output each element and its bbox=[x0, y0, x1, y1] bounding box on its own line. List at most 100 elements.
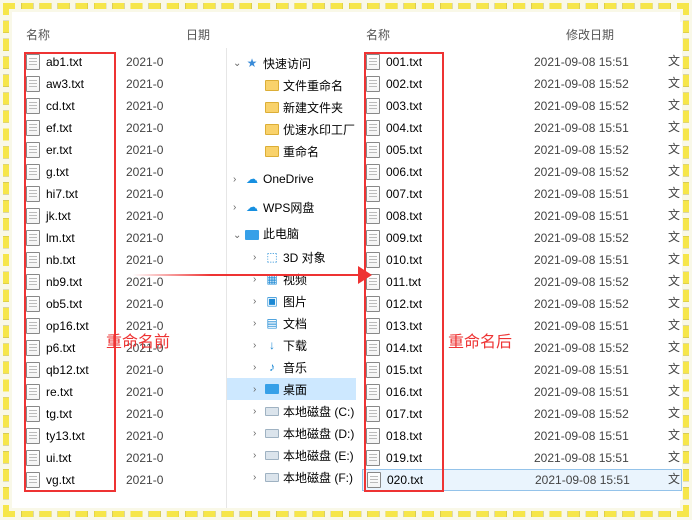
left-file-row[interactable]: lm.txt2021-0 bbox=[22, 227, 222, 249]
left-file-row[interactable]: op16.txt2021-0 bbox=[22, 315, 222, 337]
tree-item-pictures[interactable]: ›▣图片 bbox=[227, 290, 356, 312]
left-file-row[interactable]: jk.txt2021-0 bbox=[22, 205, 222, 227]
left-file-row[interactable]: nb9.txt2021-0 bbox=[22, 271, 222, 293]
file-date: 2021-09-08 15:51 bbox=[534, 253, 629, 267]
file-date: 2021-0 bbox=[126, 253, 163, 267]
tree-item-drive-f[interactable]: ›本地磁盘 (F:) bbox=[227, 466, 356, 488]
right-file-row[interactable]: 019.txt2021-09-08 15:51 bbox=[362, 447, 682, 469]
right-file-row[interactable]: 015.txt2021-09-08 15:51 bbox=[362, 359, 682, 381]
right-file-row[interactable]: 009.txt2021-09-08 15:52 bbox=[362, 227, 682, 249]
tree-label: 本地磁盘 (D:) bbox=[283, 425, 354, 442]
left-file-row[interactable]: hi7.txt2021-0 bbox=[22, 183, 222, 205]
file-name: 008.txt bbox=[386, 209, 456, 223]
tree-label: 桌面 bbox=[283, 381, 307, 398]
left-file-row[interactable]: ab1.txt2021-0 bbox=[22, 51, 222, 73]
chevron-icon: › bbox=[253, 274, 261, 285]
before-panel: 名称 日期 ab1.txt2021-0aw3.txt2021-0cd.txt20… bbox=[22, 22, 222, 500]
clipped-type-col: 文文文文文文文文文文文文文文文文文文文文 bbox=[668, 50, 680, 490]
tree-item-downloads[interactable]: ›↓下载 bbox=[227, 334, 356, 356]
tree-item-folder-new[interactable]: 新建文件夹 bbox=[227, 96, 356, 118]
left-file-row[interactable]: cd.txt2021-0 bbox=[22, 95, 222, 117]
right-file-row[interactable]: 005.txt2021-09-08 15:52 bbox=[362, 139, 682, 161]
file-date: 2021-09-08 15:51 bbox=[534, 209, 629, 223]
file-icon bbox=[366, 208, 380, 224]
tree-item-drive-d[interactable]: ›本地磁盘 (D:) bbox=[227, 422, 356, 444]
clipped-char: 文 bbox=[668, 380, 680, 402]
file-name: ob5.txt bbox=[46, 297, 126, 311]
tree-item-folder-watermark[interactable]: 优速水印工厂 bbox=[227, 118, 356, 140]
right-file-row[interactable]: 010.txt2021-09-08 15:51 bbox=[362, 249, 682, 271]
tree-item-desktop[interactable]: ›桌面 bbox=[227, 378, 356, 400]
tree-item-folder-rename2[interactable]: 重命名 bbox=[227, 140, 356, 162]
drive-icon bbox=[265, 426, 279, 440]
left-file-list: ab1.txt2021-0aw3.txt2021-0cd.txt2021-0ef… bbox=[22, 51, 222, 491]
clipped-char: 文 bbox=[668, 72, 680, 94]
right-file-row[interactable]: 011.txt2021-09-08 15:52 bbox=[362, 271, 682, 293]
left-file-row[interactable]: nb.txt2021-0 bbox=[22, 249, 222, 271]
right-file-row[interactable]: 013.txt2021-09-08 15:51 bbox=[362, 315, 682, 337]
left-file-row[interactable]: re.txt2021-0 bbox=[22, 381, 222, 403]
left-file-row[interactable]: er.txt2021-0 bbox=[22, 139, 222, 161]
right-file-row[interactable]: 017.txt2021-09-08 15:52 bbox=[362, 403, 682, 425]
music-icon: ♪ bbox=[265, 360, 279, 374]
left-file-row[interactable]: g.txt2021-0 bbox=[22, 161, 222, 183]
file-date: 2021-0 bbox=[126, 363, 163, 377]
file-date: 2021-09-08 15:52 bbox=[534, 143, 629, 157]
right-file-row[interactable]: 004.txt2021-09-08 15:51 bbox=[362, 117, 682, 139]
right-file-row[interactable]: 002.txt2021-09-08 15:52 bbox=[362, 73, 682, 95]
right-file-row[interactable]: 020.txt2021-09-08 15:51 bbox=[362, 469, 682, 491]
left-file-row[interactable]: tg.txt2021-0 bbox=[22, 403, 222, 425]
clipped-char: 文 bbox=[668, 50, 680, 72]
right-file-row[interactable]: 003.txt2021-09-08 15:52 bbox=[362, 95, 682, 117]
file-date: 2021-09-08 15:51 bbox=[534, 187, 629, 201]
left-file-row[interactable]: ty13.txt2021-0 bbox=[22, 425, 222, 447]
tree-item-drive-e[interactable]: ›本地磁盘 (E:) bbox=[227, 444, 356, 466]
left-file-row[interactable]: p6.txt2021-0 bbox=[22, 337, 222, 359]
file-icon bbox=[26, 142, 40, 158]
right-header-name[interactable]: 名称 bbox=[366, 26, 456, 43]
tree-item-folder-rename[interactable]: 文件重命名 bbox=[227, 74, 356, 96]
stage: 名称 日期 ab1.txt2021-0aw3.txt2021-0cd.txt20… bbox=[12, 12, 680, 508]
right-file-row[interactable]: 008.txt 2021-09-08 15:51 bbox=[362, 205, 682, 227]
tree-item-wps-cloud[interactable]: ›☁WPS网盘 bbox=[227, 196, 356, 218]
tree-label: 此电脑 bbox=[263, 225, 301, 245]
right-file-row[interactable]: 012.txt2021-09-08 15:52 bbox=[362, 293, 682, 315]
right-file-row[interactable]: 016.txt2021-09-08 15:51 bbox=[362, 381, 682, 403]
tree-item-documents[interactable]: ›▤文档 bbox=[227, 312, 356, 334]
tree-item-quick-access[interactable]: ⌄★快速访问 bbox=[227, 52, 356, 74]
tree-item-music[interactable]: ›♪音乐 bbox=[227, 356, 356, 378]
file-icon bbox=[366, 142, 380, 158]
left-file-row[interactable]: aw3.txt2021-0 bbox=[22, 73, 222, 95]
right-header-date[interactable]: 修改日期 bbox=[566, 26, 614, 43]
left-file-row[interactable]: ef.txt2021-0 bbox=[22, 117, 222, 139]
right-file-row[interactable]: 001.txt2021-09-08 15:51 bbox=[362, 51, 682, 73]
tree-item-onedrive[interactable]: ›☁OneDrive bbox=[227, 168, 356, 190]
tree-item-this-pc[interactable]: ⌄ 此电脑 bbox=[227, 224, 356, 246]
left-file-row[interactable]: ob5.txt2021-0 bbox=[22, 293, 222, 315]
right-file-row[interactable]: 018.txt2021-09-08 15:51 bbox=[362, 425, 682, 447]
file-date: 2021-09-08 15:51 bbox=[534, 55, 629, 69]
left-file-row[interactable]: vg.txt2021-0 bbox=[22, 469, 222, 491]
tree-item-3d-objects[interactable]: ›⬚3D 对象 bbox=[227, 246, 356, 268]
tree-label: 3D 对象 bbox=[283, 249, 326, 266]
file-icon bbox=[26, 362, 40, 378]
file-name: 003.txt bbox=[386, 99, 456, 113]
chevron-icon: › bbox=[253, 340, 261, 351]
left-file-row[interactable]: qb12.txt2021-0 bbox=[22, 359, 222, 381]
left-header-date[interactable]: 日期 bbox=[186, 26, 210, 43]
tree-item-videos[interactable]: ›▦视频 bbox=[227, 268, 356, 290]
file-date: 2021-0 bbox=[126, 341, 163, 355]
right-file-row[interactable]: 006.txt2021-09-08 15:52 bbox=[362, 161, 682, 183]
file-name: 011.txt bbox=[386, 275, 456, 289]
left-file-row[interactable]: ui.txt2021-0 bbox=[22, 447, 222, 469]
file-name: 016.txt bbox=[386, 385, 456, 399]
left-header-name[interactable]: 名称 bbox=[26, 26, 116, 43]
drive-icon bbox=[265, 448, 279, 462]
clipped-char: 文 bbox=[668, 468, 680, 490]
chevron-icon: ⌄ bbox=[233, 230, 241, 241]
right-file-row[interactable]: 007.txt2021-09-08 15:51 bbox=[362, 183, 682, 205]
right-file-row[interactable]: 014.txt2021-09-08 15:52 bbox=[362, 337, 682, 359]
chevron-icon: › bbox=[253, 472, 261, 483]
file-date: 2021-0 bbox=[126, 451, 163, 465]
tree-item-drive-c[interactable]: ›本地磁盘 (C:) bbox=[227, 400, 356, 422]
